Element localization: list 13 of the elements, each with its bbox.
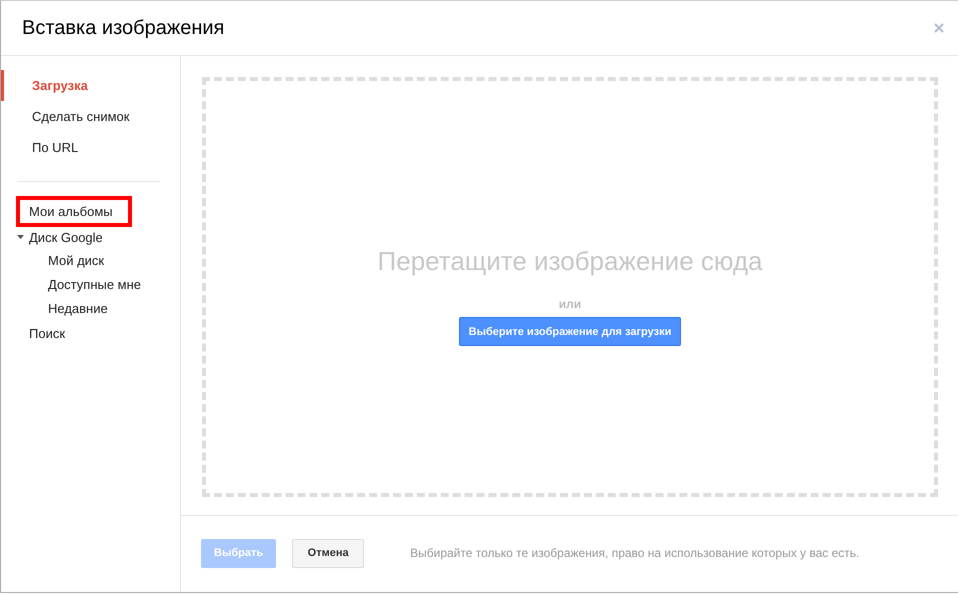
sidebar-item[interactable]: Мой диск: [1, 249, 180, 273]
sidebar-item[interactable]: Недавние: [1, 297, 180, 321]
footer-button[interactable]: Отмена: [292, 538, 364, 568]
sidebar-item[interactable]: Диск Google: [29, 228, 103, 246]
dialog-title: Вставка изображения: [22, 16, 226, 40]
sidebar-item[interactable]: По URL: [1, 132, 180, 163]
sidebar-item[interactable]: Поиск: [29, 324, 66, 342]
sidebar-item[interactable]: Доступные мне: [1, 273, 180, 297]
separator-text: или: [558, 297, 582, 311]
sidebar-item[interactable]: Загрузка: [1, 70, 180, 101]
caret-icon[interactable]: [17, 235, 24, 239]
sidebar-item[interactable]: Сделать снимок: [1, 101, 180, 132]
footer-note: Выбирайте только те изображения, право на использование которых у вас есть.: [410, 546, 860, 560]
